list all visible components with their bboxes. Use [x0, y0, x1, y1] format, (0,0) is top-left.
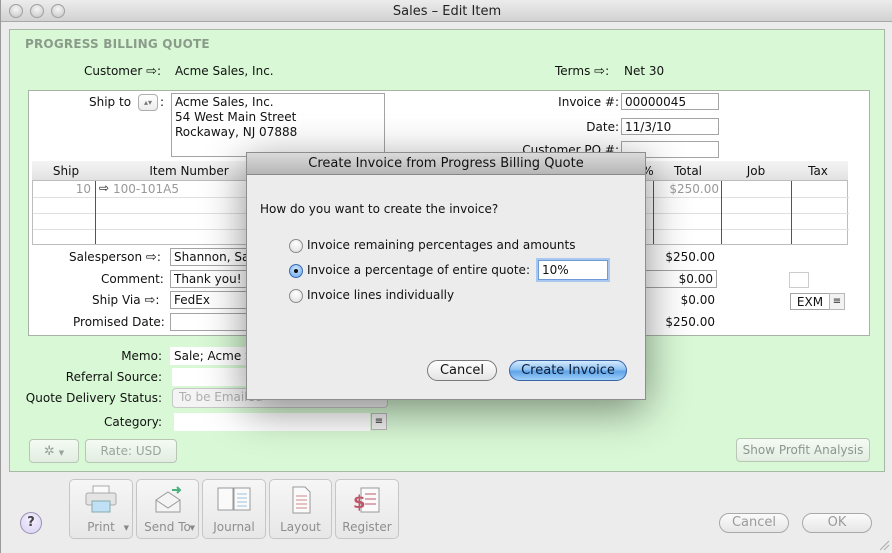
radio-button[interactable] [289, 289, 303, 303]
dialog-question: How do you want to create the invoice? [260, 202, 499, 216]
invoice-number-field[interactable]: 00000045 [621, 93, 719, 110]
percentage-input[interactable]: 10% [538, 260, 608, 280]
category-label: Category: [104, 415, 162, 429]
item-link-arrow-icon[interactable]: ⇨ [99, 181, 109, 195]
register-dollar-icon: $ [353, 487, 380, 513]
dialog-title: Create Invoice from Progress Billing Quo… [247, 153, 645, 175]
column-divider [95, 181, 96, 244]
comment-label: Comment: [101, 272, 164, 286]
promised-date-label: Promised Date: [73, 315, 165, 329]
ok-button[interactable]: OK [802, 513, 872, 533]
colon: : [157, 64, 162, 78]
colon: : [160, 95, 165, 109]
terms-value[interactable]: Net 30 [624, 64, 664, 78]
printer-icon [85, 485, 117, 513]
freight-taxable-checkbox[interactable] [789, 272, 809, 288]
ship-via-label-text: Ship Via [92, 293, 141, 307]
option-label: Invoice a percentage of entire quote: [307, 263, 530, 277]
title-bar: Sales – Edit Item [1, 0, 892, 22]
address-line-2: 54 West Main Street [175, 110, 297, 124]
send-to-button[interactable]: Send To ▼ [136, 479, 199, 539]
ship-via-label: Ship Via ⇨: [92, 293, 159, 308]
column-header-total[interactable]: Total [654, 164, 722, 178]
freight-tax-code-menu-icon[interactable]: ≡ [829, 293, 845, 310]
dialog-cancel-button[interactable]: Cancel [427, 360, 497, 381]
option-label: Invoice lines individually [307, 288, 455, 302]
address-line-3: Rockaway, NJ 07888 [175, 125, 298, 139]
column-header-job[interactable]: Job [722, 164, 790, 178]
create-invoice-button[interactable]: Create Invoice [509, 360, 627, 381]
salesperson-link-arrow-icon[interactable]: ⇨ [146, 250, 157, 265]
currency-rate-button[interactable]: Rate: USD [85, 439, 177, 463]
column-header-ship[interactable]: Ship [32, 164, 100, 178]
window-title: Sales – Edit Item [392, 4, 502, 19]
cell-ship[interactable]: 10 [63, 182, 91, 196]
register-button[interactable]: $ Register [335, 479, 399, 539]
option-label: Invoice remaining percentages and amount… [307, 238, 576, 252]
radio-button[interactable] [289, 239, 303, 253]
customer-link-arrow-icon[interactable]: ⇨ [146, 64, 157, 79]
cell-total[interactable]: $250.00 [655, 182, 719, 196]
ship-to-label: Ship to [89, 95, 132, 109]
gear-icon: ✲ [43, 444, 55, 459]
freight-tax-code-field[interactable]: EXM [790, 293, 830, 310]
ship-to-address-stepper[interactable]: ▴▾ [138, 94, 158, 111]
column-divider [791, 181, 792, 244]
layout-page-icon [292, 486, 310, 514]
action-gear-menu-button[interactable]: ✲ ▼ [29, 439, 79, 463]
category-field[interactable] [174, 413, 370, 431]
chevron-down-icon: ▼ [123, 524, 129, 532]
category-menu-icon[interactable]: ≡ [371, 413, 387, 430]
create-invoice-dialog: Create Invoice from Progress Billing Quo… [246, 152, 646, 400]
svg-text:$: $ [353, 492, 366, 513]
cell-item-number[interactable]: 100-101A5 [113, 182, 179, 196]
date-field[interactable]: 11/3/10 [621, 118, 719, 135]
cancel-button[interactable]: Cancel [719, 513, 789, 533]
ship-to-address-field[interactable]: Acme Sales, Inc. 54 West Main Street Roc… [171, 93, 385, 157]
journal-book-icon [217, 487, 251, 511]
help-button[interactable]: ? [20, 512, 42, 534]
envelope-send-icon [155, 486, 181, 513]
date-label: Date: [586, 120, 619, 134]
colon: : [605, 64, 610, 78]
colon: : [155, 293, 160, 307]
print-button[interactable]: Print ▼ [69, 479, 133, 539]
subtotal-value: $250.00 [665, 250, 715, 264]
column-divider [653, 181, 654, 244]
register-label: Register [342, 520, 392, 534]
referral-source-label: Referral Source: [65, 370, 162, 384]
column-header-tax[interactable]: Tax [790, 164, 846, 178]
journal-label: Journal [213, 520, 255, 534]
address-line-1: Acme Sales, Inc. [175, 95, 274, 109]
ship-via-link-arrow-icon[interactable]: ⇨ [144, 293, 155, 308]
quote-delivery-status-label: Quote Delivery Status: [25, 391, 162, 405]
terms-label-text: Terms [555, 64, 591, 78]
salesperson-label-text: Salesperson [69, 250, 143, 264]
document-type-label: PROGRESS BILLING QUOTE [25, 37, 210, 51]
terms-label: Terms ⇨: [555, 64, 609, 79]
chevron-down-icon: ▼ [189, 524, 195, 532]
resize-grip-icon[interactable] [878, 539, 890, 551]
customer-value[interactable]: Acme Sales, Inc. [175, 64, 274, 78]
total-value: $250.00 [665, 315, 715, 329]
journal-button[interactable]: Journal [202, 479, 266, 539]
terms-link-arrow-icon[interactable]: ⇨ [594, 64, 605, 79]
customer-label: Customer ⇨: [84, 64, 161, 79]
colon: : [156, 250, 161, 264]
radio-button-selected[interactable] [289, 264, 303, 278]
tax-value: $0.00 [680, 293, 715, 307]
salesperson-label: Salesperson ⇨: [69, 250, 161, 265]
layout-label: Layout [280, 520, 321, 534]
chevron-down-icon: ▼ [58, 449, 65, 457]
show-profit-analysis-button[interactable]: Show Profit Analysis [736, 438, 870, 462]
memo-label: Memo: [121, 349, 162, 363]
invoice-number-label: Invoice #: [558, 95, 619, 109]
customer-label-text: Customer [84, 64, 143, 78]
layout-button[interactable]: Layout [269, 479, 332, 539]
column-divider [721, 181, 722, 244]
